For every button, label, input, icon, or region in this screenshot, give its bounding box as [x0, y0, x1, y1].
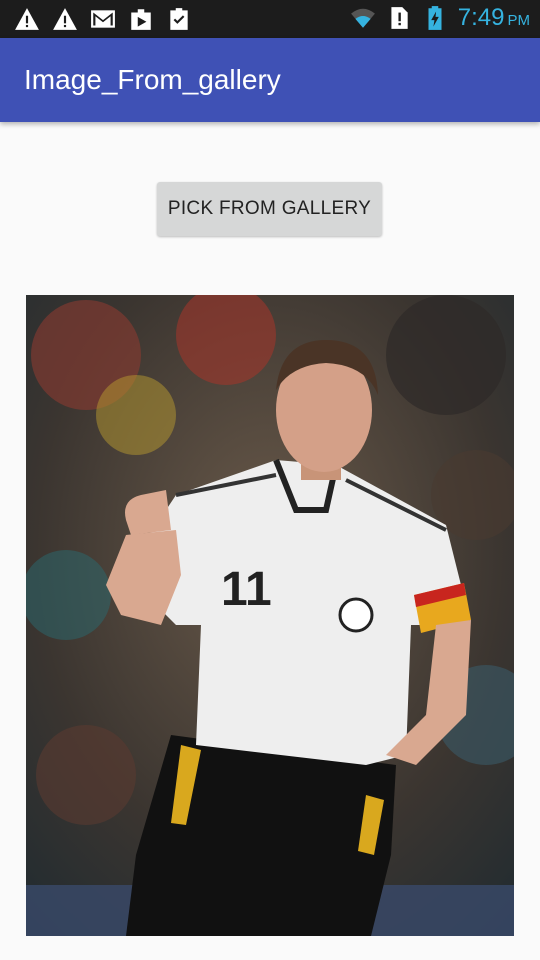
warning-icon	[53, 8, 77, 30]
soccer-player-photo: 11	[26, 295, 514, 936]
svg-text:11: 11	[221, 563, 272, 616]
status-bar: 7:49 PM	[0, 0, 540, 38]
no-sim-icon	[391, 7, 408, 29]
notification-icons	[14, 6, 192, 32]
status-clock: 7:49 PM	[457, 4, 530, 31]
clipboard-check-icon	[170, 8, 188, 30]
app-title: Image_From_gallery	[24, 64, 281, 95]
app-bar: Image_From_gallery	[0, 38, 540, 122]
warning-icon	[15, 8, 39, 30]
selected-image: 11	[26, 295, 514, 936]
system-icons: 7:49 PM	[350, 4, 530, 32]
play-store-icon	[131, 9, 151, 30]
pick-from-gallery-button[interactable]: PICK FROM GALLERY	[157, 182, 382, 236]
gmail-icon	[91, 10, 115, 28]
battery-charging-icon	[428, 6, 442, 30]
wifi-icon	[350, 8, 375, 28]
